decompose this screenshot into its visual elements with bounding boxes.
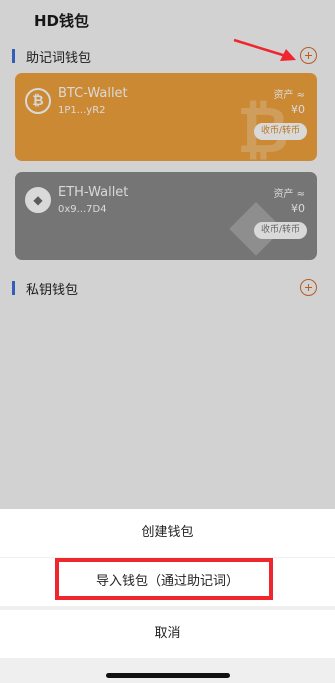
cancel-button[interactable]: 取消 [0, 610, 335, 658]
annotation-arrow-icon [233, 38, 296, 61]
home-indicator [106, 673, 230, 678]
create-wallet-button[interactable]: 创建钱包 [0, 509, 335, 557]
annotation-highlight-box [55, 558, 273, 600]
